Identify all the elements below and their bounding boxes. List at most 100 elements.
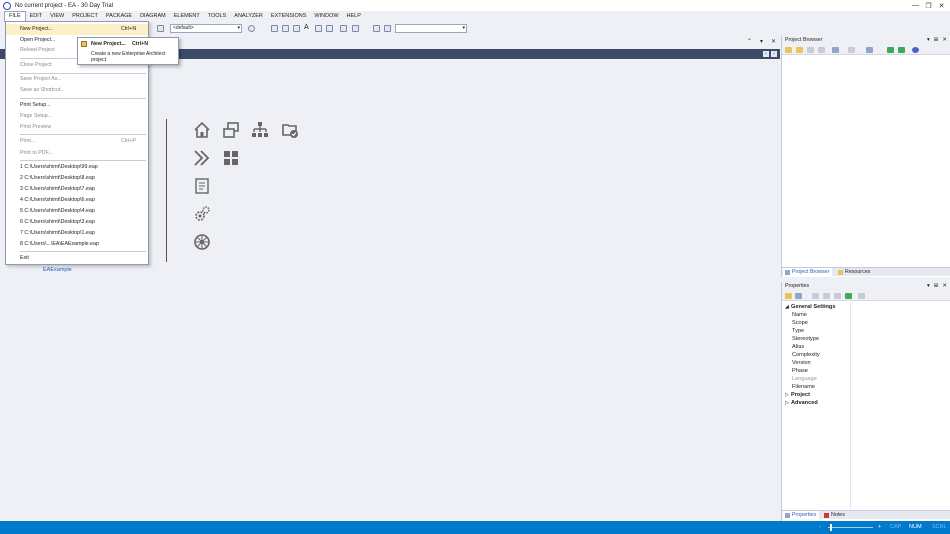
align-right-icon[interactable] [293,25,300,32]
new-element-icon[interactable] [807,47,814,53]
property-filename[interactable]: Filename [782,383,950,391]
tab-properties[interactable]: Properties [783,511,820,520]
home-icon[interactable] [193,121,211,139]
image-icon[interactable] [384,25,391,32]
property-complexity[interactable]: Complexity [782,351,950,359]
property-stereotype[interactable]: Stereotype [782,335,950,343]
move-up-icon[interactable] [887,47,894,53]
tab-list-icon[interactable]: ▾ [760,38,763,45]
property-type[interactable]: Type [782,327,950,335]
property-group-project[interactable]: ▷ Project [782,391,950,399]
panel-menu-icon[interactable]: ▾ [927,282,930,291]
fill-color-icon[interactable] [340,25,347,32]
tab-project-browser[interactable]: Project Browser [783,268,833,277]
new-diagram-icon[interactable] [796,47,803,53]
new-package-icon[interactable] [785,47,792,53]
nav-next-icon[interactable]: › [771,51,777,57]
panel-menu-icon[interactable]: ▾ [927,36,930,45]
line-color-icon[interactable] [352,25,359,32]
property-alias[interactable]: Alias [782,343,950,351]
minimize-button[interactable]: — [909,0,922,11]
property-language[interactable]: Language [782,375,950,383]
delete-icon[interactable] [834,293,841,299]
document-icon[interactable] [193,177,211,195]
move-down-icon[interactable] [898,47,905,53]
property-group-advanced[interactable]: ▷ Advanced [782,399,950,407]
align-center-icon[interactable] [282,25,289,32]
menu-item-recent-8[interactable]: 8 C:\Users\...\EA\EAExample.eap [6,239,148,250]
property-name[interactable]: Name [782,311,950,319]
forward-icon[interactable] [193,149,211,167]
perspective-combo[interactable]: <default> ▾ [170,24,242,33]
menu-item-print-setup[interactable]: Print Setup... [6,100,148,111]
properties-icon[interactable] [832,47,839,53]
property-group-general[interactable]: ◢ General Settings [782,303,950,311]
panel-close-icon[interactable]: ✕ [942,282,947,291]
panel-close-icon[interactable]: ✕ [942,36,947,45]
menu-help[interactable]: HELP [343,11,365,22]
zoom-slider[interactable] [828,527,873,528]
folder-check-icon[interactable] [281,121,299,139]
recent-project-link[interactable]: EAExample [43,267,72,273]
close-tab-icon[interactable]: ✕ [771,38,776,45]
list-icon[interactable] [326,25,333,32]
menu-item-new-project[interactable]: New Project... Ctrl+N [6,24,148,35]
categorized-icon[interactable] [785,293,792,299]
nav-prev-icon[interactable]: ‹ [763,51,769,57]
pin-icon[interactable]: ⊞ [934,36,939,45]
pin-icon[interactable]: ⊞ [934,282,939,291]
hierarchy-icon[interactable] [251,121,269,139]
zoom-out-button[interactable]: - [819,521,821,534]
tab-notes[interactable]: Notes [822,511,848,520]
menu-item-exit[interactable]: Exit [6,253,148,264]
tag-icon[interactable] [823,293,830,299]
menu-item-recent-3[interactable]: 3 C:\Users\shimt\Desktop\7.eap [6,184,148,195]
menu-item-recent-2[interactable]: 2 C:\Users\shimt\Desktop\8.eap [6,173,148,184]
refresh-icon[interactable] [845,293,852,299]
tab-resources[interactable]: Resources [836,268,873,277]
zoom-slider-thumb[interactable] [830,524,832,531]
collapse-icon[interactable]: ⌃ [747,38,752,45]
close-button[interactable]: ✕ [935,0,948,11]
menu-item-recent-5[interactable]: 5 C:\Users\shimt\Desktop\4.eap [6,206,148,217]
align-left-icon[interactable] [271,25,278,32]
menu-tools[interactable]: TOOLS [204,11,231,22]
edit-icon[interactable] [848,47,855,53]
gears-icon[interactable] [193,205,211,223]
property-scope[interactable]: Scope [782,319,950,327]
help-icon[interactable] [912,47,919,53]
project-browser-panel: Project Browser ▾ ⊞ ✕ Project Browser Re… [781,36,950,277]
size-icon[interactable] [315,25,322,32]
menu-item-print-to-pdf[interactable]: Print to PDF... [6,148,148,159]
property-phase[interactable]: Phase [782,367,950,375]
restore-button[interactable]: ❐ [922,0,935,11]
menu-item-recent-7[interactable]: 7 C:\Users\shimt\Desktop\1.eap [6,228,148,239]
search-icon[interactable] [866,47,873,53]
grid-icon[interactable] [222,149,240,167]
menu-element[interactable]: ELEMENT [170,11,204,22]
wheel-icon[interactable] [193,233,211,251]
menu-item-recent-6[interactable]: 6 C:\Users\shimt\Desktop\3.eap [6,217,148,228]
menu-item-save-project-as[interactable]: Save Project As... [6,74,148,85]
menu-item-page-setup[interactable]: Page Setup... [6,111,148,122]
menu-item-print-preview[interactable]: Print Preview [6,122,148,133]
find-icon[interactable] [157,25,164,32]
search-combo[interactable]: ▾ [395,24,467,33]
glasses-icon[interactable] [858,293,865,299]
property-version[interactable]: Version [782,359,950,367]
menu-item-recent-1[interactable]: 1 C:\Users\shimt\Desktop\99.eap [6,162,148,173]
menu-item-print[interactable]: Print... Ctrl+P [6,136,148,147]
windows-icon[interactable] [222,121,240,139]
font-icon[interactable]: A [304,24,311,31]
menu-item-recent-4[interactable]: 4 C:\Users\shimt\Desktop\6.eap [6,195,148,206]
menu-analyzer[interactable]: ANALYZER [230,11,267,22]
menu-item-save-as-shortcut[interactable]: Save as Shortcut... [6,85,148,96]
menu-extensions[interactable]: EXTENSIONS [267,11,310,22]
menu-window[interactable]: WINDOW [310,11,342,22]
diagram-icon[interactable] [373,25,380,32]
sort-icon[interactable] [795,293,802,299]
zoom-in-button[interactable]: + [878,521,881,534]
copy-icon[interactable] [818,47,825,53]
filter-icon[interactable] [812,293,819,299]
target-icon[interactable] [248,25,255,32]
